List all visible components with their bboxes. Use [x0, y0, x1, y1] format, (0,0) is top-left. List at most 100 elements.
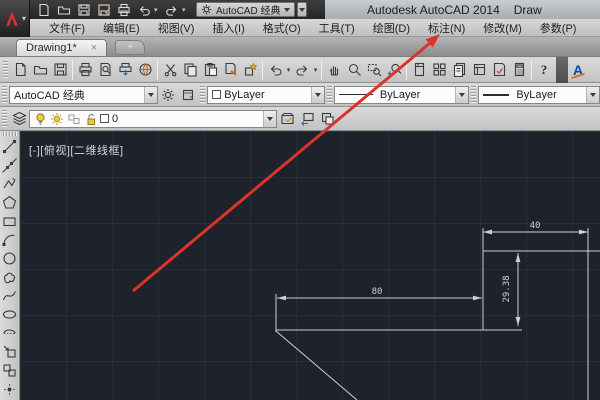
menu-format[interactable]: 格式(O): [254, 19, 310, 37]
rectangle-tool[interactable]: [1, 212, 19, 231]
new-tab-button[interactable]: +: [115, 40, 146, 55]
make-object-layer-current-button[interactable]: [277, 109, 297, 129]
combo-dropdown-button[interactable]: [310, 86, 324, 103]
polyline-tool[interactable]: [1, 174, 19, 193]
tab-drawing1[interactable]: Drawing1* ×: [16, 39, 108, 56]
undo-button[interactable]: [265, 59, 285, 81]
layer-previous-button[interactable]: [297, 109, 317, 129]
menu-draw[interactable]: 绘图(D): [364, 19, 419, 37]
new-button[interactable]: [10, 59, 30, 81]
redo-button[interactable]: [292, 59, 312, 81]
plot-preview-button[interactable]: [95, 59, 115, 81]
layer-combo[interactable]: 0: [29, 109, 277, 128]
toolbar-grip[interactable]: [2, 132, 17, 136]
workspace-switcher[interactable]: AutoCAD 经典: [196, 2, 296, 17]
qat-open-button[interactable]: [54, 1, 73, 18]
toolbar-grip[interactable]: [471, 85, 477, 104]
layer-unlock-icon[interactable]: [84, 112, 97, 126]
workspace-extra-dropdown[interactable]: [297, 2, 308, 17]
color-combo[interactable]: ByLayer: [207, 85, 325, 104]
view-globe-button[interactable]: [135, 59, 155, 81]
layer-transfer-icon[interactable]: [67, 112, 81, 126]
menu-modify[interactable]: 修改(M): [474, 19, 531, 37]
layer-on-bulb-icon[interactable]: [34, 112, 47, 126]
menu-parametric[interactable]: 参数(P): [531, 19, 586, 37]
qat-new-button[interactable]: [34, 1, 53, 18]
combo-dropdown-button[interactable]: [144, 86, 158, 103]
copy-button[interactable]: [180, 59, 200, 81]
layer-freeze-sun-icon[interactable]: [50, 112, 64, 126]
spline-tool[interactable]: [1, 287, 19, 306]
toolbar-grip[interactable]: [326, 85, 332, 104]
menu-tools[interactable]: 工具(T): [310, 19, 364, 37]
menu-file[interactable]: 文件(F): [40, 19, 94, 37]
match-properties-icon: [224, 62, 237, 76]
workspace-combo[interactable]: AutoCAD 经典: [8, 85, 159, 104]
arc-tool[interactable]: [1, 230, 19, 249]
insert-block-tool[interactable]: [1, 343, 19, 362]
zoom-realtime-button[interactable]: [344, 59, 364, 81]
ellipse-tool[interactable]: [1, 305, 19, 324]
tab-close-icon[interactable]: ×: [91, 42, 97, 54]
workspace-settings-button[interactable]: [158, 85, 178, 105]
zoom-previous-button[interactable]: [384, 59, 404, 81]
save-button[interactable]: [50, 59, 70, 81]
layer-previous-icon: [300, 112, 314, 126]
redo-dropdown[interactable]: ▾: [312, 66, 319, 74]
zoom-window-button[interactable]: [364, 59, 384, 81]
menu-insert[interactable]: 插入(I): [203, 19, 253, 37]
chevron-down-icon: [314, 92, 321, 97]
polygon-tool[interactable]: [1, 193, 19, 212]
paste-button[interactable]: [200, 59, 220, 81]
line-tool[interactable]: [1, 137, 19, 156]
menu-dimension[interactable]: 标注(N): [419, 19, 474, 37]
qat-redo-button[interactable]: [162, 1, 181, 18]
qat-undo-dropdown[interactable]: ▾: [154, 6, 161, 14]
qat-redo-dropdown[interactable]: ▾: [182, 6, 189, 14]
properties-button[interactable]: [409, 59, 429, 81]
help-button[interactable]: ?: [534, 59, 554, 81]
circle-tool[interactable]: [1, 249, 19, 268]
make-block-tool[interactable]: [1, 361, 19, 380]
application-menu-button[interactable]: ▾: [0, 0, 30, 37]
markup-set-manager-button[interactable]: [489, 59, 509, 81]
toolbar-grip[interactable]: [3, 60, 8, 79]
menu-view[interactable]: 视图(V): [149, 19, 204, 37]
plot-button[interactable]: [75, 59, 95, 81]
tool-palettes-button[interactable]: [449, 59, 469, 81]
design-center-button[interactable]: [429, 59, 449, 81]
my-workspace-button[interactable]: [178, 85, 198, 105]
annotation-style-button[interactable]: A: [568, 59, 588, 81]
toolbar-grip[interactable]: [2, 109, 7, 128]
block-editor-button[interactable]: [240, 59, 260, 81]
ellipse-arc-tool[interactable]: [1, 324, 19, 343]
toolbar-grip[interactable]: [2, 85, 7, 104]
qat-save-as-button[interactable]: [94, 1, 113, 18]
linetype-combo[interactable]: ByLayer: [333, 85, 470, 104]
revision-cloud-tool[interactable]: [1, 268, 19, 287]
lineweight-combo[interactable]: ByLayer: [478, 85, 600, 104]
point-tool[interactable]: [1, 380, 19, 399]
pan-button[interactable]: [324, 59, 344, 81]
point-icon: [4, 383, 15, 395]
sheet-set-manager-button[interactable]: [469, 59, 489, 81]
combo-dropdown-button[interactable]: [263, 110, 276, 127]
quick-calc-button[interactable]: [509, 59, 529, 81]
cut-button[interactable]: [160, 59, 180, 81]
qat-undo-button[interactable]: [134, 1, 153, 18]
layer-states-button[interactable]: [317, 109, 337, 129]
combo-dropdown-button[interactable]: [455, 86, 469, 103]
construction-line-tool[interactable]: [1, 156, 19, 175]
open-button[interactable]: [30, 59, 50, 81]
layer-name: 0: [112, 112, 119, 125]
qat-plot-button[interactable]: [114, 1, 133, 18]
undo-dropdown[interactable]: ▾: [285, 66, 292, 74]
toolbar-grip[interactable]: [200, 85, 206, 104]
qat-save-button[interactable]: [74, 1, 93, 18]
match-properties-button[interactable]: [220, 59, 240, 81]
publish-button[interactable]: [115, 59, 135, 81]
layer-properties-button[interactable]: [9, 109, 29, 129]
menu-edit[interactable]: 编辑(E): [94, 19, 149, 37]
model-space-canvas[interactable]: [-][俯视][二维线框] 40 80 29.38: [20, 131, 600, 400]
combo-dropdown-button[interactable]: [585, 86, 599, 103]
